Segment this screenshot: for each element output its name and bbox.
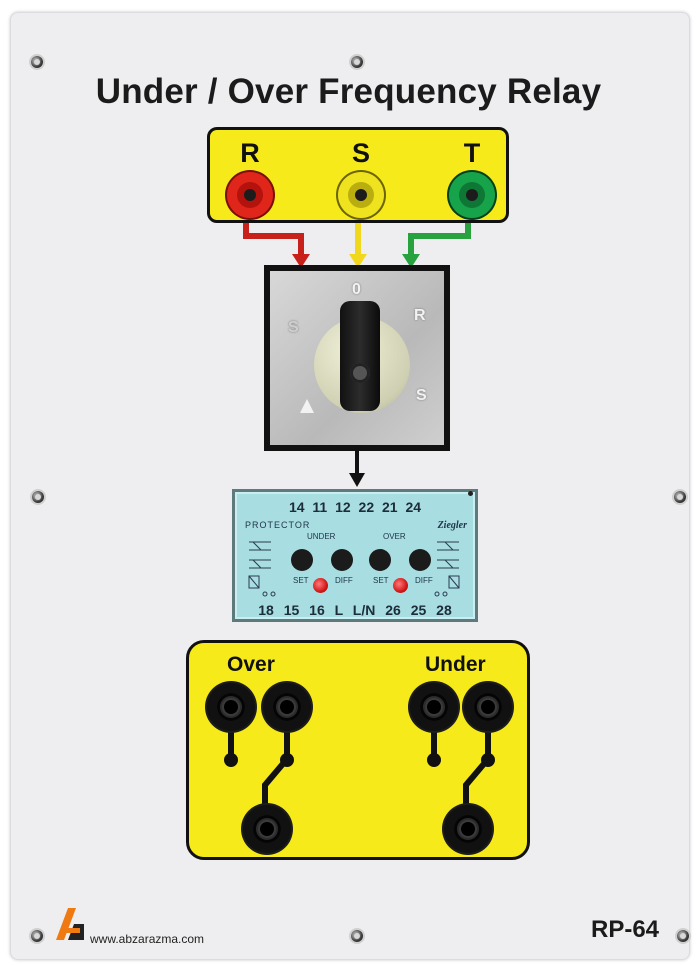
- under-set-dial[interactable]: [291, 549, 313, 571]
- screw-bottom-center-icon: [351, 930, 363, 942]
- switch-position-r: R: [414, 307, 426, 324]
- under-output-label: Under: [425, 653, 486, 676]
- under-trip-led: [313, 578, 328, 593]
- under-diff-dial[interactable]: [331, 549, 353, 571]
- company-logo-icon: [56, 908, 84, 940]
- relay-brand: PROTECTOR: [245, 520, 311, 530]
- selector-switch-face: 0 R S S: [270, 271, 444, 445]
- over-common-jack[interactable]: [243, 805, 291, 853]
- relay-over-label: OVER: [383, 532, 406, 541]
- model-number: RP-64: [591, 916, 660, 943]
- over-set-dial[interactable]: [369, 549, 391, 571]
- company-website: www.abzarazma.com: [90, 932, 205, 946]
- over-trip-led: [393, 578, 408, 593]
- under-no-jack[interactable]: [464, 683, 512, 731]
- under-diff-label: DIFF: [335, 576, 353, 585]
- relay-under-label: UNDER: [307, 532, 336, 541]
- relay-top-terminals: 14 11 12 22 21 24: [288, 499, 422, 515]
- phase-label-s: S: [351, 138, 370, 168]
- under-common-jack[interactable]: [444, 805, 492, 853]
- relay-maker: Ziegler: [437, 520, 467, 531]
- phase-r-jack[interactable]: [227, 172, 273, 218]
- over-nc-contact-dot: [224, 753, 238, 767]
- over-no-jack[interactable]: [263, 683, 311, 731]
- under-nc-jack[interactable]: [410, 683, 458, 731]
- phase-selector-switch[interactable]: 0 R S S: [264, 265, 450, 451]
- over-diff-dial[interactable]: [409, 549, 431, 571]
- selector-lever[interactable]: [340, 301, 380, 411]
- screw-mid-left-icon: [32, 491, 44, 503]
- over-set-label: SET: [373, 576, 389, 585]
- switch-brand-icon: [300, 399, 314, 413]
- phase-label-r: R: [240, 138, 260, 168]
- frequency-relay: 14 11 12 22 21 24 PROTECTOR Ziegler UNDE…: [232, 489, 478, 622]
- switch-position-s-right: S: [416, 387, 427, 404]
- switch-position-s-left: S: [288, 319, 299, 336]
- under-nc-contact-dot: [427, 753, 441, 767]
- screw-top-left-icon: [31, 56, 43, 68]
- switch-position-0: 0: [352, 281, 361, 298]
- screw-mid-right-icon: [674, 491, 686, 503]
- over-nc-jack[interactable]: [207, 683, 255, 731]
- over-diff-label: DIFF: [415, 576, 433, 585]
- panel-title: Under / Over Frequency Relay: [95, 72, 602, 111]
- phase-label-t: T: [463, 138, 481, 168]
- phase-s-jack[interactable]: [338, 172, 384, 218]
- relay-left-schematic: [248, 541, 276, 597]
- relay-bottom-terminals: 18 15 16 L L/N 26 25 28: [258, 602, 452, 618]
- relay-right-schematic: [434, 541, 460, 597]
- phase-input-box: R S T: [207, 127, 509, 223]
- phase-t-jack[interactable]: [449, 172, 495, 218]
- output-contacts-box: Over Under: [186, 640, 530, 860]
- screw-bottom-right-icon: [677, 930, 689, 942]
- screw-bottom-left-icon: [31, 930, 43, 942]
- under-set-label: SET: [293, 576, 309, 585]
- relay-status-led: [468, 491, 473, 496]
- screw-top-center-icon: [351, 56, 363, 68]
- over-output-label: Over: [227, 653, 275, 676]
